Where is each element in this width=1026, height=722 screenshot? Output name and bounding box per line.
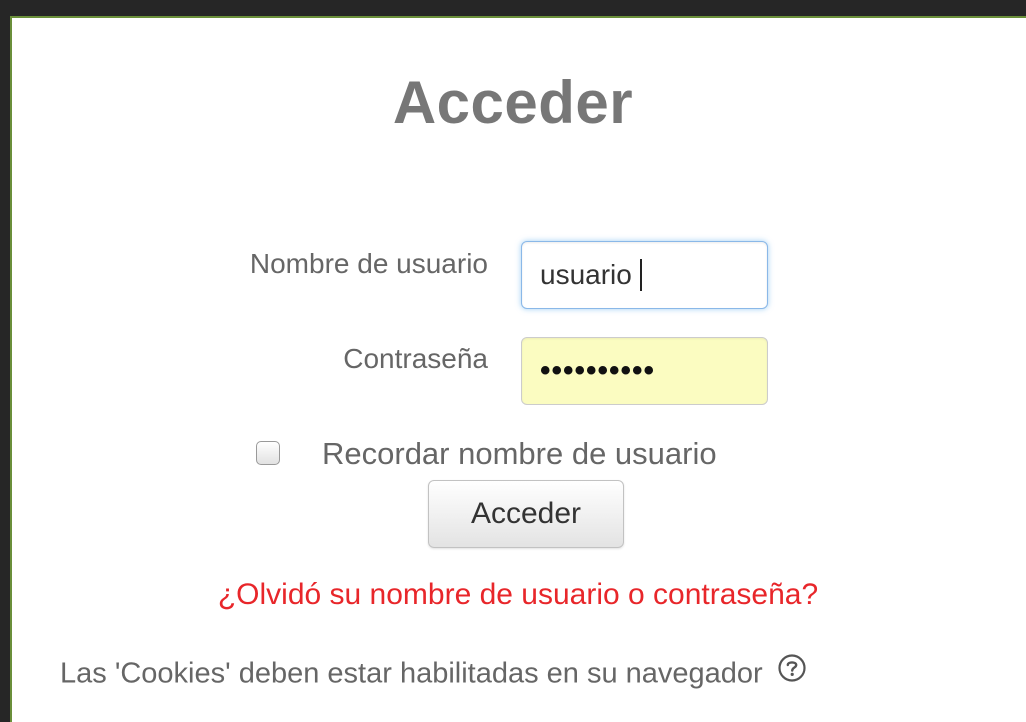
password-value: •••••••••• <box>540 354 656 387</box>
remember-username-checkbox[interactable] <box>256 441 280 465</box>
forgot-password-link[interactable]: ¿Olvidó su nombre de usuario o contraseñ… <box>0 578 1026 612</box>
login-button[interactable]: Acceder <box>428 480 624 548</box>
username-field[interactable]: usuario <box>521 241 768 309</box>
password-field[interactable]: •••••••••• <box>521 337 768 405</box>
cookies-notice: Las 'Cookies' deben estar habilitadas en… <box>60 653 807 694</box>
help-circle-icon[interactable] <box>777 653 807 691</box>
password-label: Contraseña <box>343 343 488 374</box>
username-label: Nombre de usuario <box>249 248 488 279</box>
page-title: Acceder <box>392 69 634 136</box>
text-caret <box>639 259 642 291</box>
window-frame: Acceder Nombre de usuario usuario Contra… <box>0 0 1026 722</box>
cookies-notice-text: Las 'Cookies' deben estar habilitadas en… <box>60 657 763 690</box>
username-value: usuario <box>540 259 632 290</box>
remember-username-label[interactable]: Recordar nombre de usuario <box>322 436 717 472</box>
